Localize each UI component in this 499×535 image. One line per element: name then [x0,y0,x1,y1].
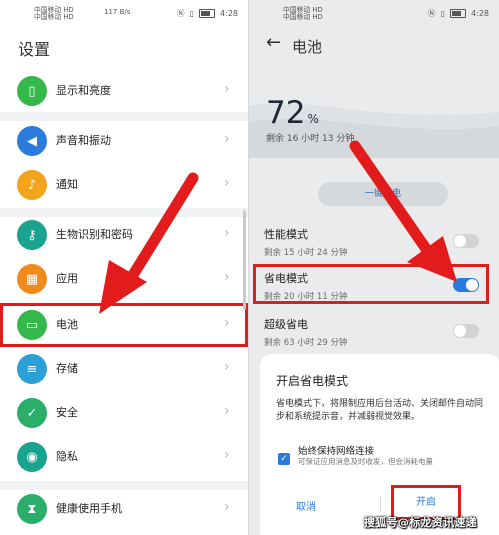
settings-item-3[interactable]: ♪ 通知 › [0,163,248,207]
storage-icon: ≡ [17,354,47,384]
carrier-text: 中国移动 HD 中国移动 HD [34,6,74,21]
settings-item-label: 显示和亮度 [56,84,111,97]
battery-percent-unit: % [307,112,319,126]
status-time: 4:28 [220,9,238,18]
highlight-box-power-saving [253,264,489,304]
dialog-title: 开启省电模式 [276,374,349,388]
toggle-knob [454,235,466,247]
mode-remaining: 剩余 63 小时 29 分钟 [264,338,348,348]
chevron-right-icon: › [224,403,230,419]
checkbox-label: 始终保持网络连接 [298,446,375,457]
carrier-text: 中国移动 HD 中国移动 HD [283,6,323,21]
settings-item-9[interactable]: ◉ 隐私 › [0,435,248,479]
mode-toggle-3[interactable] [453,324,479,338]
settings-item-label: 电池 [56,318,78,331]
settings-item-2[interactable]: ◀ 声音和振动 › [0,119,248,163]
chevron-right-icon: › [224,499,230,515]
nfc-icon: Ⓝ [176,9,185,18]
mode-toggle-1[interactable] [453,234,479,248]
battery-icon: ▭ [17,310,47,340]
vibrate-icon: ▯ [189,9,195,18]
cancel-button[interactable]: 取消 [296,498,316,513]
privacy-icon: ◉ [17,442,47,472]
keep-network-checkbox[interactable]: ✓ [278,453,290,465]
chevron-right-icon: › [224,447,230,463]
page-title: 电池 [292,38,323,56]
mode-item-1[interactable]: 性能模式剩余 15 小时 24 分钟 [264,226,484,258]
battery-percent: 72% [266,95,319,131]
page-title: 设置 [18,40,51,59]
settings-item-8[interactable]: ✓ 安全 › [0,391,248,435]
status-time: 4:28 [471,9,489,18]
back-arrow-icon[interactable]: ← [266,32,281,53]
display-icon: ▯ [17,76,47,106]
settings-item-label: 存储 [56,362,78,375]
battery-status-icon [199,9,216,18]
mode-title: 性能模式 [264,228,308,241]
chevron-right-icon: › [224,131,230,147]
chevron-right-icon: › [224,225,230,241]
chevron-right-icon: › [224,359,230,375]
mode-item-3[interactable]: 超级省电剩余 63 小时 29 分钟 [264,316,484,348]
battery-percent-value: 72 [266,95,306,131]
settings-item-1[interactable]: ▯ 显示和亮度 › [0,69,248,113]
shield-icon: ✓ [17,398,47,428]
settings-item-10[interactable]: ⧗ 健康使用手机 › [0,487,248,531]
settings-item-label: 应用 [56,272,78,285]
settings-screen: 中国移动 HD 中国移动 HD 117 B/s Ⓝ ▯ 4:28 设置 ▯ 显示和… [0,0,248,535]
key-icon: ⚷ [17,220,47,250]
remaining-time: 剩余 16 小时 13 分钟 [266,134,355,144]
chevron-right-icon: › [224,269,230,285]
watermark: 搜狐号@标龙资讯速递 [364,516,477,529]
apps-icon: ▦ [17,264,47,294]
one-tap-save-button[interactable]: 一键省电 [318,182,448,206]
network-speed: 117 B/s [104,8,131,16]
settings-item-label: 生物识别和密码 [56,228,133,241]
status-bar: 中国移动 HD 中国移动 HD Ⓝ ▯ 4:28 [249,0,499,26]
bell-icon: ♪ [17,170,47,200]
chevron-right-icon: › [224,175,230,191]
battery-status-icon [450,9,467,18]
nfc-icon: Ⓝ [427,9,436,18]
settings-item-6[interactable]: ▭ 电池 › [0,303,248,347]
toggle-knob [454,325,466,337]
settings-item-label: 安全 [56,406,78,419]
mode-remaining: 剩余 15 小时 24 分钟 [264,248,348,258]
chevron-right-icon: › [224,81,230,97]
settings-item-label: 隐私 [56,450,78,463]
settings-item-7[interactable]: ≡ 存储 › [0,347,248,391]
checkbox-subtext: 可保证应用消息及时收发，但会消耗电量 [298,457,433,466]
scrollbar[interactable] [243,210,246,310]
settings-item-5[interactable]: ▦ 应用 › [0,257,248,301]
vibrate-icon: ▯ [440,9,446,18]
power-saving-dialog: 开启省电模式 省电模式下，将限制应用后台活动、关闭邮件自动同步和系统提示音，并减… [260,354,499,535]
chevron-right-icon: › [224,315,230,331]
sound-icon: ◀ [17,126,47,156]
hourglass-icon: ⧗ [17,494,47,524]
mode-title: 超级省电 [264,318,308,331]
settings-item-label: 声音和振动 [56,134,111,147]
dialog-description: 省电模式下，将限制应用后台活动、关闭邮件自动同步和系统提示音，并减弱视觉效果。 [276,399,484,422]
settings-item-label: 通知 [56,178,78,191]
button-separator [380,497,381,511]
settings-item-4[interactable]: ⚷ 生物识别和密码 › [0,213,248,257]
settings-item-label: 健康使用手机 [56,502,122,515]
status-bar: 中国移动 HD 中国移动 HD 117 B/s Ⓝ ▯ 4:28 [0,0,248,26]
